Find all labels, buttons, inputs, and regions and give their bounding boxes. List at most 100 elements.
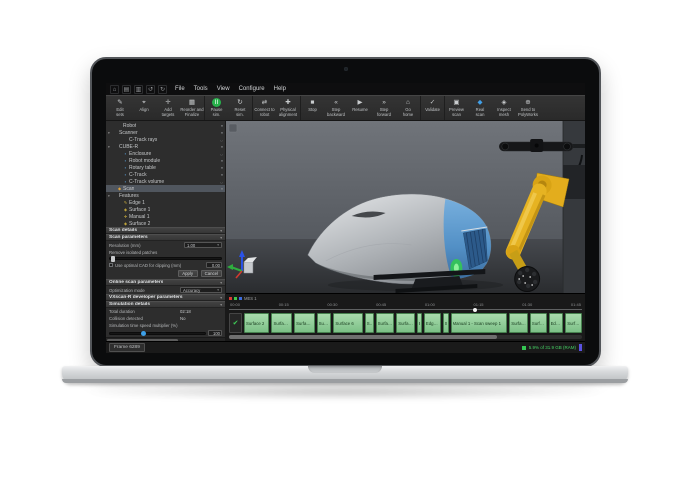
tree-item[interactable]: ▪ C-Track volume ◡ <box>106 178 225 185</box>
menu-item[interactable]: File <box>175 86 185 92</box>
menu-item[interactable]: Configure <box>239 86 265 92</box>
toolbar-button[interactable]: ↻ Reset sim. <box>228 96 252 120</box>
clipping-value-field[interactable]: 0.00 <box>206 262 222 268</box>
toolbar-button[interactable]: ⊕ Send to PolyWorks <box>516 96 540 120</box>
tree-item[interactable]: ✎ Edge 1 <box>106 199 225 206</box>
tree-item[interactable]: ▾ CUBE-R ● <box>106 143 225 150</box>
toolbar-button[interactable]: ◈ Inspect mesh <box>492 96 516 120</box>
timeline-segment[interactable]: E <box>417 313 422 333</box>
toolbar-button[interactable]: ▦ Reorder and Finalize <box>180 96 204 120</box>
eye-icon[interactable]: ◡ <box>220 180 223 184</box>
toolbar-button[interactable]: ⌂ Go home <box>396 96 420 120</box>
tree-item[interactable]: ◈ Surface 1 <box>106 206 225 213</box>
timeline-hscrollbar[interactable] <box>229 335 582 339</box>
toolbar-button[interactable]: ⇄ Connect to robot <box>252 96 276 120</box>
resolution-select[interactable]: 1.00 ▾ <box>184 242 222 248</box>
menu-item[interactable]: Tools <box>194 86 208 92</box>
remove-isolated-slider[interactable] <box>109 257 222 260</box>
tree-item[interactable]: ✛ Manual 1 <box>106 213 225 220</box>
tree-item[interactable]: ▪ C-Track ● <box>106 171 225 178</box>
timeline-segment[interactable]: Surface 2 <box>244 313 269 333</box>
tree-item[interactable]: C-Track rays ◡ <box>106 136 225 143</box>
slider-thumb[interactable] <box>111 256 115 262</box>
timeline-segment[interactable]: Surface 7 <box>376 313 395 333</box>
eye-icon[interactable]: ● <box>221 187 223 191</box>
apply-button[interactable]: Apply <box>178 270 198 277</box>
scrollbar-thumb[interactable] <box>229 335 497 339</box>
scrollbar-thumb[interactable] <box>107 339 178 341</box>
timeline-segment[interactable]: Edge 2 <box>549 313 564 333</box>
slider-thumb[interactable] <box>141 331 146 336</box>
timeline-segment[interactable]: Edge 1 <box>424 313 441 333</box>
toolbar-button[interactable]: ■ Stop <box>300 96 324 120</box>
timeline-segment[interactable]: Surface 8 <box>396 313 415 333</box>
tree-item[interactable]: ▾ Scanner ● <box>106 129 225 136</box>
eye-icon[interactable]: ◡ <box>220 152 223 156</box>
eye-icon[interactable]: ● <box>221 124 223 128</box>
toolbar-button[interactable]: II Pause sim. <box>204 96 228 120</box>
toolbar-button[interactable]: ✎ Edit sets <box>108 96 132 120</box>
eye-icon[interactable]: ● <box>221 131 223 135</box>
menubar-quick-icon[interactable]: ▤ <box>122 85 131 94</box>
clipping-checkbox[interactable] <box>109 263 113 267</box>
menu-item[interactable]: Help <box>274 86 286 92</box>
menu-item[interactable]: View <box>217 86 230 92</box>
timeline-segment[interactable]: Surface 5 <box>317 313 332 333</box>
toolbar-button[interactable]: ✚ Physical alignment <box>276 96 300 120</box>
toolbar-button[interactable]: ▣ Preview scan <box>444 96 468 120</box>
timeline-segment[interactable]: Surface 4 <box>294 313 315 333</box>
developer-parameters-header[interactable]: VXscan-R developer parameters ▾ <box>106 294 225 301</box>
menubar-quick-icon[interactable]: ↺ <box>146 85 155 94</box>
frame-tab[interactable]: Frame 6289 <box>109 343 145 352</box>
eye-icon[interactable]: ● <box>221 173 223 177</box>
toolbar-button[interactable]: ⌖ Align <box>132 96 156 120</box>
tree-item[interactable]: ◆ Scan ● <box>106 185 225 192</box>
multiplier-field[interactable]: 100 <box>208 330 222 336</box>
timeline-segment[interactable]: Surface 1 <box>509 313 528 333</box>
toolbar-button[interactable]: « Step backward <box>324 96 348 120</box>
timeline-segment[interactable]: Surface 3 <box>271 313 292 333</box>
tree-item[interactable]: ▪ Rotary table ● <box>106 164 225 171</box>
multiplier-slider[interactable] <box>109 332 206 335</box>
simulation-details-header[interactable]: Simulation details ▾ <box>106 301 225 308</box>
eye-icon[interactable]: ● <box>221 145 223 149</box>
eye-icon[interactable]: ● <box>221 166 223 170</box>
menubar-quick-icon[interactable]: ▥ <box>134 85 143 94</box>
scan-parameters-header[interactable]: Scan parameters ▾ <box>106 234 225 241</box>
left-panel-hscrollbar[interactable] <box>106 337 225 341</box>
eye-icon[interactable]: ◡ <box>220 138 223 142</box>
toolbar-button[interactable]: » Step forward <box>372 96 396 120</box>
tree-item[interactable]: ▪ Robot module ● <box>106 157 225 164</box>
timeline-segment[interactable]: Surface 6 <box>333 313 362 333</box>
toolbar-button[interactable]: ◆ Real scan <box>468 96 492 120</box>
timeline-validate-button[interactable]: ✔ <box>229 313 242 333</box>
scan-details-header[interactable]: Scan details ▾ <box>106 227 225 234</box>
eye-icon[interactable]: ● <box>221 159 223 163</box>
timeline-segment-label: Edge 2 <box>551 321 562 326</box>
timeline-segment[interactable]: Surface 10 <box>565 313 582 333</box>
caret-icon[interactable]: ▾ <box>108 194 112 198</box>
viewport-3d[interactable] <box>226 121 585 293</box>
menubar-quick-icon[interactable]: ⌂ <box>110 85 119 94</box>
toolbar-button-icon: ⌖ <box>140 98 149 107</box>
timeline-segment[interactable]: S <box>443 313 449 333</box>
timeline-segment[interactable]: Surface 9 <box>530 313 547 333</box>
online-parameters-header[interactable]: Online scan parameters ▾ <box>106 279 225 286</box>
playhead[interactable] <box>473 308 477 312</box>
timeline-segment[interactable]: S7 <box>365 313 374 333</box>
timeline-ruler[interactable]: 00:00 00:15 00:30 00:45 01:00 <box>229 302 582 312</box>
timeline-segment[interactable]: Manual 1 - Scan sweep 1 <box>451 313 508 333</box>
optimization-select[interactable]: Accuracy ▾ <box>180 287 222 293</box>
toolbar-button[interactable]: ✓ Validate <box>420 96 444 120</box>
cancel-button[interactable]: Cancel <box>201 270 222 277</box>
caret-icon[interactable]: ▾ <box>108 131 112 135</box>
caret-icon[interactable]: ▾ <box>108 145 112 149</box>
menubar-quick-icon[interactable]: ↻ <box>158 85 167 94</box>
toolbar-button[interactable]: ✛ Add targets <box>156 96 180 120</box>
tree-item[interactable]: ▪ Enclosure ◡ <box>106 150 225 157</box>
tree-item[interactable]: ▾ Features <box>106 192 225 199</box>
clipping-value: 0.00 <box>212 263 220 268</box>
tree-item[interactable]: ◈ Surface 2 <box>106 220 225 227</box>
toolbar-button[interactable]: ▶ Resume <box>348 96 372 120</box>
tree-item[interactable]: Robot ● <box>106 122 225 129</box>
